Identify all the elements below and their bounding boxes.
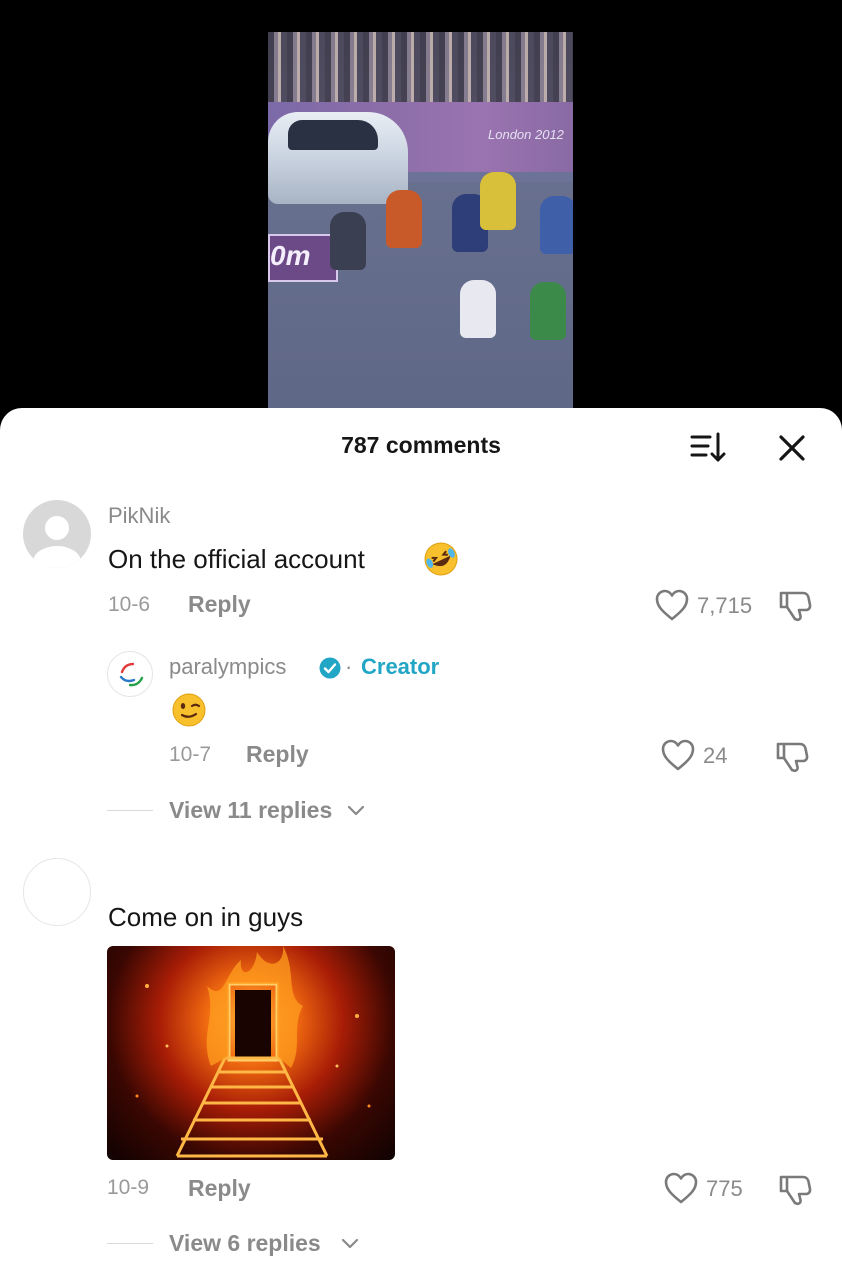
video-banner-text: London 2012 <box>488 127 564 142</box>
like-count: 7,715 <box>697 593 753 618</box>
view-replies-button[interactable]: View 11 replies <box>169 797 332 824</box>
winking-face-emoji <box>171 692 207 733</box>
like-count: 775 <box>706 1176 743 1201</box>
video-athlete <box>386 190 422 248</box>
verified-badge-icon <box>318 656 342 685</box>
reply-button[interactable]: Reply <box>188 1175 251 1202</box>
video-crowd <box>268 32 573 102</box>
avatar[interactable] <box>23 858 91 926</box>
dislike-icon[interactable] <box>777 1171 813 1212</box>
view-replies-button[interactable]: View 6 replies <box>169 1230 321 1257</box>
video-athlete <box>530 282 566 340</box>
chevron-down-icon[interactable] <box>340 1237 360 1256</box>
comment-date: 10-6 <box>108 593 151 616</box>
reply-username[interactable]: paralympics <box>169 654 286 680</box>
replies-divider <box>107 810 153 811</box>
flaming-doorway-staircase-image[interactable] <box>107 946 395 1160</box>
comments-sheet: 787 comments PikNik On the official acco… <box>0 408 842 1280</box>
like-count: 24 <box>703 743 728 768</box>
video-athlete <box>480 172 516 230</box>
reply-date: 10-7 <box>169 743 212 766</box>
reply-button[interactable]: Reply <box>188 591 251 618</box>
avatar[interactable] <box>23 500 91 568</box>
creator-separator: · <box>345 654 353 679</box>
replies-divider <box>107 1243 153 1244</box>
heart-icon[interactable] <box>660 738 696 777</box>
dislike-icon[interactable] <box>777 587 813 628</box>
chevron-down-icon[interactable] <box>346 804 366 823</box>
comments-header: 787 comments <box>0 408 842 484</box>
reply-button[interactable]: Reply <box>246 741 309 768</box>
comment-text: On the official account <box>108 544 365 574</box>
creator-badge: Creator <box>361 654 440 679</box>
video-player[interactable]: London 2012 0m <box>0 0 842 430</box>
avatar[interactable] <box>107 651 153 697</box>
comment-date: 10-9 <box>107 1176 150 1199</box>
close-icon[interactable] <box>772 428 812 468</box>
heart-icon[interactable] <box>654 588 690 627</box>
sort-icon[interactable] <box>688 428 728 468</box>
rolling-on-floor-laughing-emoji <box>422 540 460 583</box>
dislike-icon[interactable] <box>774 738 810 779</box>
video-car-windshield <box>288 120 378 150</box>
video-athlete <box>330 212 366 270</box>
video-frame[interactable]: London 2012 0m <box>268 32 573 412</box>
comment-text: Come on in guys <box>108 902 304 932</box>
comment-username[interactable]: PikNik <box>108 503 170 529</box>
video-athlete <box>460 280 496 338</box>
video-athlete <box>540 196 573 254</box>
heart-icon[interactable] <box>663 1171 699 1210</box>
video-distance-text: 0m <box>270 240 311 271</box>
